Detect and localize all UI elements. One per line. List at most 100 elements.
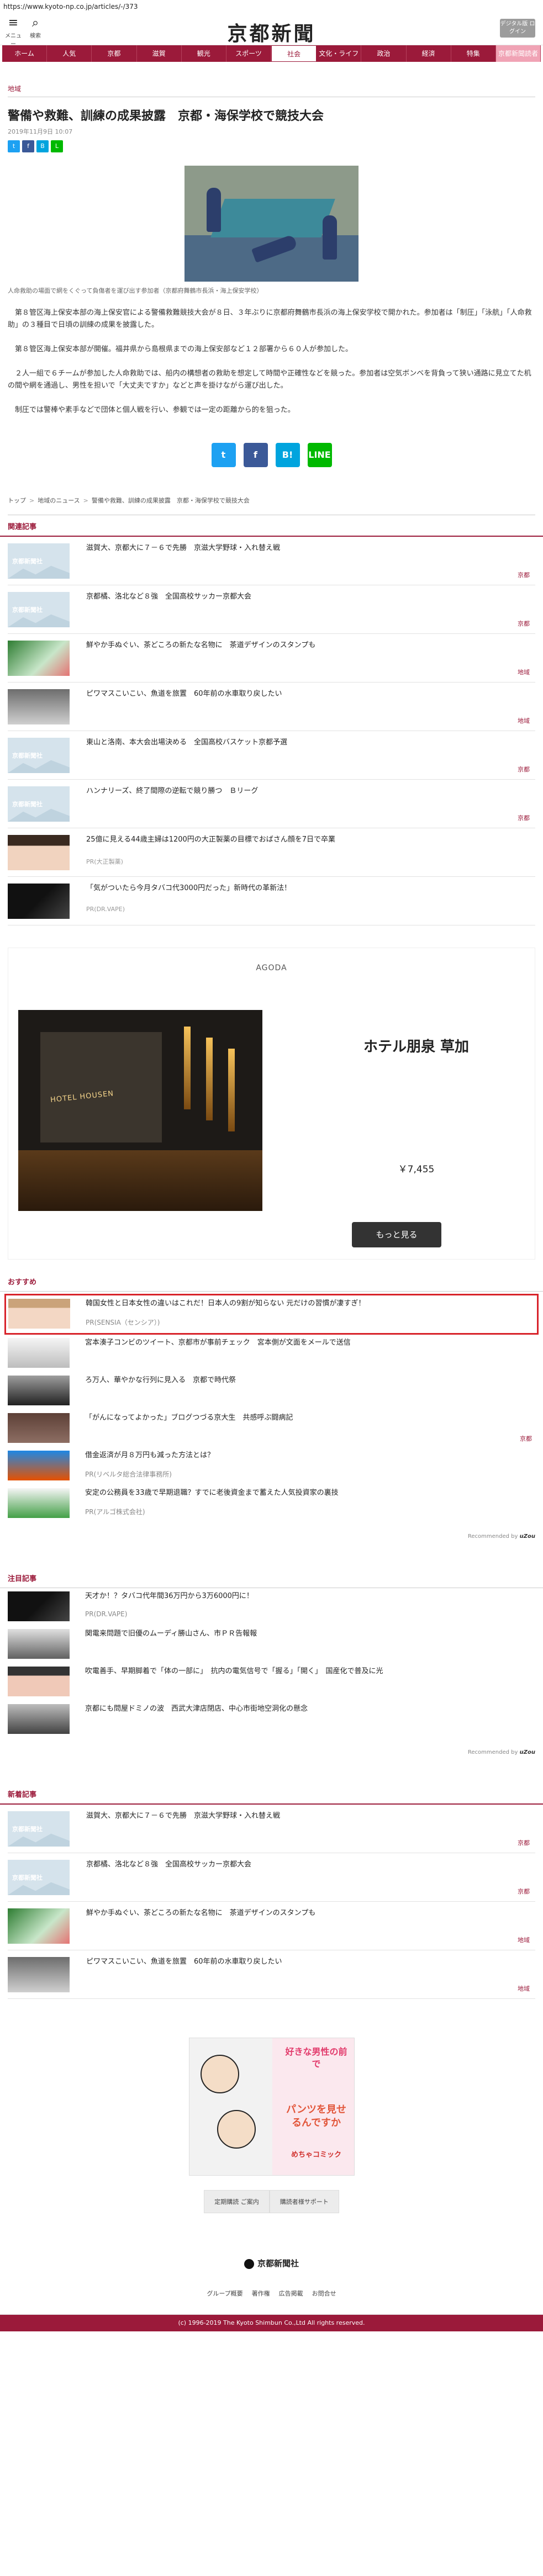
list-item[interactable]: 京都新聞社 滋賀大、京都大に７－６で先勝 京滋大学野球・入れ替え戦京都 bbox=[8, 1805, 535, 1853]
powered-by[interactable]: Recommended by uZou bbox=[0, 1738, 543, 1755]
nav-item[interactable]: 経済 bbox=[407, 45, 451, 62]
list-item[interactable]: 鮮やか手ぬぐい、茶どころの新たな名物に 茶道デザインのスタンプも地域 bbox=[8, 634, 535, 683]
category-tag[interactable]: 地域 bbox=[518, 1935, 530, 1944]
thumbnail[interactable] bbox=[8, 1591, 70, 1621]
thumbnail[interactable] bbox=[8, 1413, 70, 1443]
category-tag[interactable]: 京都 bbox=[518, 570, 530, 579]
list-item-title[interactable]: 宮本湊子コンビのツイート、京都市が事前チェック 宮本側が文面をメールで送信 bbox=[85, 1338, 535, 1348]
category-tag[interactable]: 京都 bbox=[518, 1887, 530, 1896]
twitter-icon[interactable]: t bbox=[211, 443, 236, 467]
thumbnail[interactable] bbox=[8, 1629, 70, 1659]
list-item[interactable]: 京都新聞社 京都橘、洛北など８強 全国高校サッカー京都大会 京都 bbox=[8, 1853, 535, 1902]
thumbnail[interactable] bbox=[8, 641, 70, 676]
list-item[interactable]: 関電来問題で旧優のムーディ勝山さん、市ＰＲ告報報 bbox=[8, 1626, 535, 1663]
list-item-title[interactable]: 吹電善手、早期脚着で「体の一部に」 抗内の電気信号で「握る」「開く」 国産化で普… bbox=[85, 1667, 535, 1676]
thumbnail[interactable]: 京都新聞社 bbox=[8, 543, 70, 579]
thumbnail[interactable] bbox=[8, 1704, 70, 1734]
facebook-icon[interactable]: f bbox=[243, 443, 268, 467]
list-item[interactable]: 25億に見える44歳主婦は1200円の大正製薬の目標でおばさん顔を7日で卒業 PR… bbox=[8, 828, 535, 877]
list-item[interactable]: 借金返済が月８万円も減った方法とは？ PR(リベルタ総合法律事務所) bbox=[8, 1447, 535, 1485]
support-button[interactable]: 購読者様サポート bbox=[269, 2190, 339, 2213]
category-tag[interactable]: 地域 bbox=[518, 668, 530, 676]
list-item-title[interactable]: ピワマスこいこい、魚道を旅置 60年前の水車取り戻したい bbox=[86, 1957, 535, 1967]
category-tag[interactable]: 京都 bbox=[518, 619, 530, 628]
list-item-title[interactable]: ろ万人、華やかな行列に見入る 京都で時代祭 bbox=[85, 1376, 535, 1385]
nav-item[interactable]: 文化・ライフ bbox=[317, 45, 362, 62]
thumbnail[interactable] bbox=[8, 1338, 70, 1368]
footer-link[interactable]: お問合せ bbox=[312, 2290, 336, 2297]
list-item[interactable]: 京都新聞社 京都橘、洛北など８強 全国高校サッカー京都大会京都 bbox=[8, 585, 535, 634]
list-item[interactable]: 宮本湊子コンビのツイート、京都市が事前チェック 宮本側が文面をメールで送信 bbox=[8, 1335, 535, 1372]
list-item-title[interactable]: 安定の公務員を33歳で早期退職？すでに老後資金まで蓄えた人気投資家の裏技 bbox=[85, 1488, 535, 1498]
list-item-title[interactable]: 「気がついたら今月タバコ代3000円だった」新時代の革新法！ bbox=[86, 884, 535, 893]
line-icon[interactable]: LINE bbox=[307, 443, 332, 467]
thumbnail[interactable] bbox=[8, 689, 70, 724]
twitter-icon[interactable]: t bbox=[8, 140, 20, 152]
site-logo[interactable]: 京都新聞 bbox=[0, 18, 543, 46]
category-tag[interactable]: 京都 bbox=[520, 1434, 532, 1443]
thumbnail[interactable]: 京都新聞社 bbox=[8, 1860, 70, 1895]
nav-item[interactable]: スポーツ bbox=[226, 45, 272, 62]
list-item[interactable]: 吹電善手、早期脚着で「体の一部に」 抗内の電気信号で「握る」「開く」 国産化で普… bbox=[8, 1663, 535, 1701]
thumbnail[interactable] bbox=[8, 1488, 70, 1518]
list-item[interactable]: ろ万人、華やかな行列に見入る 京都で時代祭 bbox=[8, 1372, 535, 1410]
nav-item[interactable]: 滋賀 bbox=[137, 45, 182, 62]
list-item-title[interactable]: 京都にも問屋ドミノの波 西武大津店閉店、中心市街地空洞化の懸念 bbox=[85, 1704, 535, 1714]
list-item-title[interactable]: 借金返済が月８万円も減った方法とは？ bbox=[85, 1451, 535, 1461]
list-item[interactable]: 天才か！？タバコ代年間36万円から3万6000円に！ PR(DR.VAPE) bbox=[8, 1588, 535, 1626]
nav-item[interactable]: 観光 bbox=[182, 45, 226, 62]
thumbnail[interactable]: 京都新聞社 bbox=[8, 592, 70, 627]
breadcrumb-item[interactable]: トップ bbox=[8, 497, 26, 504]
thumbnail[interactable] bbox=[8, 1908, 70, 1944]
list-item[interactable]: 京都にも問屋ドミノの波 西武大津店閉店、中心市街地空洞化の懸念 bbox=[8, 1701, 535, 1738]
list-item-title[interactable]: 東山と洛南、本大会出場決める 全国高校バスケット京都予選 bbox=[86, 738, 535, 748]
list-item-title[interactable]: 鮮やか手ぬぐい、茶どころの新たな名物に 茶道デザインのスタンプも bbox=[86, 641, 535, 650]
breadcrumb-item[interactable]: 地域のニュース bbox=[38, 497, 80, 504]
list-item[interactable]: 鮮やか手ぬぐい、茶どころの新たな名物に 茶道デザインのスタンプも地域 bbox=[8, 1902, 535, 1950]
list-item-title[interactable]: 滋賀大、京都大に７－６で先勝 京滋大学野球・入れ替え戦 bbox=[86, 543, 535, 553]
category-tag[interactable]: 地域 bbox=[518, 1984, 530, 1993]
footer-link[interactable]: 著作権 bbox=[252, 2290, 270, 2297]
list-item[interactable]: 京都新聞社 東山と洛南、本大会出場決める 全国高校バスケット京都予選 京都 bbox=[8, 731, 535, 780]
category-tag[interactable]: 地域 bbox=[518, 716, 530, 725]
highlighted-list-item[interactable]: 韓国女性と日本女性の違いはこれだ！日本人の9割が知らない 元だけの習慣が凄すぎ！… bbox=[4, 1294, 539, 1335]
thumbnail[interactable] bbox=[8, 1957, 70, 1992]
nav-item[interactable]: 政治 bbox=[361, 45, 407, 62]
list-item-title[interactable]: 25億に見える44歳主婦は1200円の大正製薬の目標でおばさん顔を7日で卒業 bbox=[86, 835, 535, 845]
nav-item[interactable]: 京都新聞読者 bbox=[495, 45, 541, 62]
list-item-title[interactable]: 京都橘、洛北など８強 全国高校サッカー京都大会 bbox=[86, 592, 535, 602]
digital-login-button[interactable]: デジタル版 ログイン bbox=[500, 19, 535, 38]
thumbnail[interactable]: 京都新聞社 bbox=[8, 738, 70, 773]
footer-link[interactable]: グループ概要 bbox=[207, 2290, 242, 2297]
nav-item[interactable]: 京都 bbox=[92, 45, 137, 62]
list-item[interactable]: 京都新聞社 ハンナリーズ、終了間際の逆転で競り勝つ Ｂリーグ 京都 bbox=[8, 780, 535, 828]
hotel-ad[interactable]: AGODA HOTEL HOUSEN ホテル朋泉 草加 ￥7,455 もっと見る bbox=[8, 948, 535, 1260]
hotel-image[interactable]: HOTEL HOUSEN bbox=[18, 1010, 262, 1211]
list-item-title[interactable]: ピワマスこいこい、魚道を旅置 60年前の水車取り戻したい bbox=[86, 689, 535, 699]
thumbnail[interactable] bbox=[8, 884, 70, 919]
category-tag[interactable]: 京都 bbox=[518, 1838, 530, 1847]
thumbnail[interactable] bbox=[8, 1451, 70, 1480]
footer-logo[interactable]: 京都新聞社 bbox=[0, 2257, 543, 2269]
facebook-icon[interactable]: f bbox=[22, 140, 34, 152]
list-item[interactable]: 「気がついたら今月タバコ代3000円だった」新時代の革新法！ PR(DR.VAPE… bbox=[8, 877, 535, 925]
list-item-title[interactable]: ハンナリーズ、終了間際の逆転で競り勝つ Ｂリーグ bbox=[86, 786, 535, 796]
list-item[interactable]: 京都新聞社 滋賀大、京都大に７－６で先勝 京滋大学野球・入れ替え戦京都 bbox=[8, 537, 535, 585]
nav-item[interactable]: 人気 bbox=[47, 45, 92, 62]
list-item-title[interactable]: 滋賀大、京都大に７－６で先勝 京滋大学野球・入れ替え戦 bbox=[86, 1811, 535, 1821]
list-item[interactable]: ピワマスこいこい、魚道を旅置 60年前の水車取り戻したい地域 bbox=[8, 683, 535, 731]
thumbnail[interactable] bbox=[8, 1376, 70, 1405]
list-item[interactable]: 安定の公務員を33歳で早期退職？すでに老後資金まで蓄えた人気投資家の裏技 PR(ア… bbox=[8, 1485, 535, 1522]
manga-banner[interactable]: 好きな男性の前で パンツを見せるんですか めちゃコミック bbox=[188, 2038, 355, 2176]
subscribe-button[interactable]: 定期購読 ご案内 bbox=[204, 2190, 270, 2213]
line-icon[interactable]: L bbox=[51, 140, 63, 152]
thumbnail[interactable] bbox=[8, 835, 70, 870]
category-tag[interactable]: 京都 bbox=[518, 813, 530, 822]
thumbnail[interactable]: 京都新聞社 bbox=[8, 1811, 70, 1847]
url-bar[interactable]: https://www.kyoto-np.co.jp/articles/-/37… bbox=[0, 0, 543, 13]
hotel-name[interactable]: ホテル朋泉 草加 bbox=[313, 1035, 519, 1056]
list-item-title[interactable]: 「がんになってよかった」ブログつづる京大生 共感呼ぶ闘病記 bbox=[85, 1413, 535, 1423]
list-item[interactable]: 「がんになってよかった」ブログつづる京大生 共感呼ぶ闘病記京都 bbox=[8, 1410, 535, 1447]
list-item-title[interactable]: 鮮やか手ぬぐい、茶どころの新たな名物に 茶道デザインのスタンプも bbox=[86, 1908, 535, 1918]
footer-link[interactable]: 広告掲載 bbox=[279, 2290, 303, 2297]
